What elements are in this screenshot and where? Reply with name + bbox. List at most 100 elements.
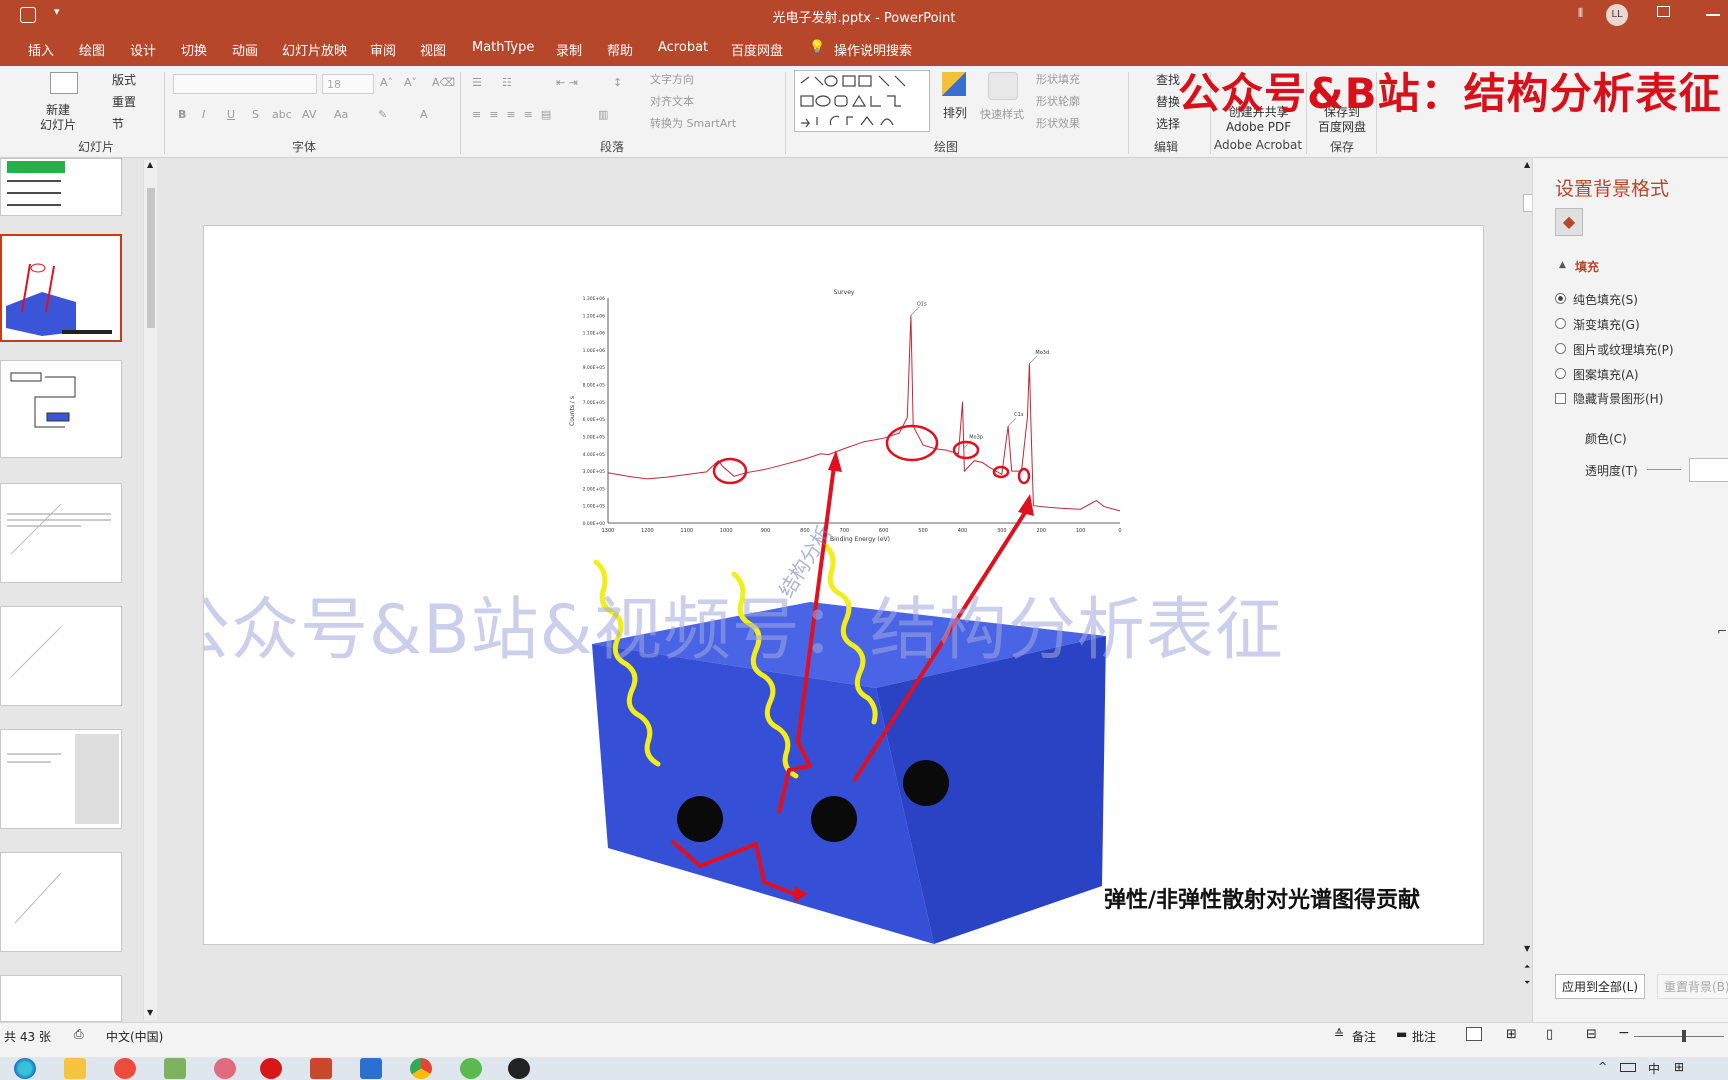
powerpoint-icon[interactable] bbox=[310, 1058, 332, 1079]
thumbnail-slide[interactable] bbox=[0, 729, 122, 829]
font-name-box[interactable] bbox=[173, 74, 317, 94]
comments-button[interactable]: 批注 bbox=[1412, 1028, 1436, 1045]
file-explorer-icon[interactable] bbox=[64, 1058, 86, 1079]
slide-caption[interactable]: 弹性/非弹性散射对光谱图得贡献 bbox=[1104, 882, 1420, 914]
transparency-slider[interactable] bbox=[1647, 469, 1681, 470]
stop-icon[interactable] bbox=[260, 1058, 282, 1079]
italic-button[interactable]: I bbox=[202, 108, 205, 121]
new-slide-icon[interactable] bbox=[50, 72, 78, 94]
sorter-view-icon[interactable]: ⊞ bbox=[1506, 1027, 1517, 1042]
bold-button[interactable]: B bbox=[178, 108, 186, 121]
highlight-icon[interactable]: ✎ bbox=[378, 108, 387, 121]
comments-icon[interactable]: ▬ bbox=[1396, 1027, 1407, 1041]
scroll-up-icon[interactable]: ▲ bbox=[147, 160, 153, 169]
thumbnail-slide-current[interactable] bbox=[0, 234, 122, 342]
shapes-gallery[interactable] bbox=[794, 70, 930, 132]
tab-slideshow[interactable]: 幻灯片放映 bbox=[282, 40, 347, 59]
find-button[interactable]: 查找 bbox=[1156, 71, 1180, 88]
shadow-button[interactable]: S bbox=[252, 108, 259, 121]
zoom-out-icon[interactable]: − bbox=[1618, 1025, 1630, 1041]
prev-slide-icon[interactable]: ⏶ bbox=[1524, 962, 1530, 972]
line-spacing-icon[interactable]: ↕ bbox=[613, 76, 622, 89]
thumbnail-slide[interactable] bbox=[0, 975, 122, 1022]
gradient-fill-label[interactable]: 渐变填充(G) bbox=[1573, 316, 1640, 333]
wechat-icon[interactable] bbox=[460, 1058, 482, 1079]
zoom-slider[interactable] bbox=[1634, 1036, 1724, 1037]
apply-all-button[interactable]: 应用到全部(L) bbox=[1555, 974, 1646, 999]
minimize-icon[interactable] bbox=[1706, 14, 1720, 16]
thumbnail-slide[interactable] bbox=[0, 158, 122, 216]
tab-draw[interactable]: 绘图 bbox=[79, 40, 105, 59]
arrange-icon[interactable] bbox=[942, 72, 966, 96]
select-button[interactable]: 选择 bbox=[1156, 115, 1180, 132]
accessibility-icon[interactable]: ⎙ bbox=[74, 1027, 84, 1042]
layout-button[interactable]: 版式 bbox=[112, 71, 136, 88]
notes-button[interactable]: 备注 bbox=[1352, 1028, 1376, 1045]
pen-tool-icon[interactable] bbox=[164, 1058, 186, 1079]
tab-transitions[interactable]: 切换 bbox=[181, 40, 207, 59]
thumbnail-scrollbar[interactable]: ▲ ▼ bbox=[143, 160, 157, 1020]
bullets-icon[interactable]: ☰ bbox=[472, 76, 482, 89]
strikethrough-icon[interactable]: abc bbox=[272, 108, 292, 121]
align-icons[interactable]: ≡≡≡≡▤ bbox=[472, 108, 559, 121]
keyboard-icon[interactable]: ⊞ bbox=[1674, 1060, 1684, 1074]
reset-background-button[interactable]: 重置背景(B) bbox=[1657, 974, 1728, 999]
language-status[interactable]: 中文(中国) bbox=[106, 1028, 163, 1045]
thumbnail-slide[interactable] bbox=[0, 360, 122, 458]
solid-fill-label[interactable]: 纯色填充(S) bbox=[1573, 291, 1638, 308]
solid-fill-radio[interactable] bbox=[1555, 293, 1566, 304]
thumbnail-slide[interactable] bbox=[0, 483, 122, 583]
tab-view[interactable]: 视图 bbox=[420, 40, 446, 59]
thumbnail-slide[interactable] bbox=[0, 852, 122, 952]
app-icon[interactable] bbox=[114, 1058, 136, 1079]
tab-insert[interactable]: 插入 bbox=[28, 40, 54, 59]
pattern-fill-radio[interactable] bbox=[1555, 368, 1566, 379]
tab-record[interactable]: 录制 bbox=[556, 40, 582, 59]
network-icon[interactable] bbox=[214, 1058, 236, 1079]
thumbnail-slide[interactable] bbox=[0, 606, 122, 706]
pattern-fill-label[interactable]: 图案填充(A) bbox=[1573, 366, 1639, 383]
scroll-thumb[interactable] bbox=[147, 188, 155, 328]
arrange-button[interactable]: 排列 bbox=[943, 104, 967, 121]
tell-me-search[interactable]: 操作说明搜索 bbox=[834, 40, 912, 59]
obs-icon[interactable] bbox=[508, 1058, 530, 1079]
new-slide-button[interactable]: 新建 幻灯片 bbox=[40, 103, 76, 133]
next-slide-icon[interactable]: ⏷ bbox=[1524, 978, 1530, 988]
columns-icon[interactable]: ▥ bbox=[598, 108, 608, 121]
tab-design[interactable]: 设计 bbox=[130, 40, 156, 59]
ime-icon[interactable]: 中 bbox=[1648, 1060, 1660, 1077]
fill-section-title[interactable]: 填充 bbox=[1575, 258, 1599, 275]
tab-animations[interactable]: 动画 bbox=[232, 40, 258, 59]
tab-mathtype[interactable]: MathType bbox=[472, 40, 534, 55]
avatar[interactable]: LL bbox=[1606, 4, 1628, 26]
transparency-input[interactable] bbox=[1689, 458, 1728, 482]
tab-review[interactable]: 审阅 bbox=[370, 40, 396, 59]
zoom-slider-thumb[interactable] bbox=[1682, 1030, 1686, 1042]
picture-fill-label[interactable]: 图片或纹理填充(P) bbox=[1573, 341, 1674, 358]
reset-button[interactable]: 重置 bbox=[112, 93, 136, 110]
reading-view-icon[interactable]: ▯ bbox=[1546, 1027, 1553, 1042]
restore-window-icon[interactable] bbox=[1657, 6, 1670, 17]
shape-fill-button[interactable]: 形状填充 bbox=[1036, 71, 1080, 87]
xps-chart[interactable]: Survey Counts / s Binding Energy (eV) 13… bbox=[569, 289, 1122, 543]
picture-fill-radio[interactable] bbox=[1555, 343, 1566, 354]
canvas-scroll-up-icon[interactable]: ▲ bbox=[1524, 160, 1530, 169]
slideshow-view-icon[interactable]: ⊟ bbox=[1586, 1027, 1597, 1042]
change-case-icon[interactable]: Aa bbox=[334, 108, 348, 121]
expand-fill-icon[interactable]: ▲ bbox=[1559, 260, 1566, 270]
tab-help[interactable]: 帮助 bbox=[607, 40, 633, 59]
notes-icon[interactable]: ≙ bbox=[1334, 1027, 1344, 1041]
clear-format-icon[interactable]: A⌫ bbox=[432, 76, 455, 89]
edge-icon[interactable] bbox=[14, 1058, 36, 1079]
align-text-button[interactable]: 对齐文本 bbox=[650, 93, 694, 109]
normal-view-icon[interactable] bbox=[1466, 1027, 1482, 1041]
ribbon-display-icon[interactable]: ⫴ bbox=[1578, 6, 1583, 21]
tab-acrobat[interactable]: Acrobat bbox=[658, 40, 708, 55]
quick-styles-button[interactable]: 快速样式 bbox=[980, 106, 1024, 122]
gradient-fill-radio[interactable] bbox=[1555, 318, 1566, 329]
scroll-down-icon[interactable]: ▼ bbox=[147, 1008, 153, 1017]
underline-button[interactable]: U bbox=[227, 108, 235, 121]
quick-styles-icon[interactable] bbox=[988, 72, 1018, 100]
pane-scroll-right-icon[interactable]: ⌐ bbox=[1717, 624, 1727, 638]
hide-graphics-checkbox[interactable] bbox=[1555, 393, 1566, 404]
